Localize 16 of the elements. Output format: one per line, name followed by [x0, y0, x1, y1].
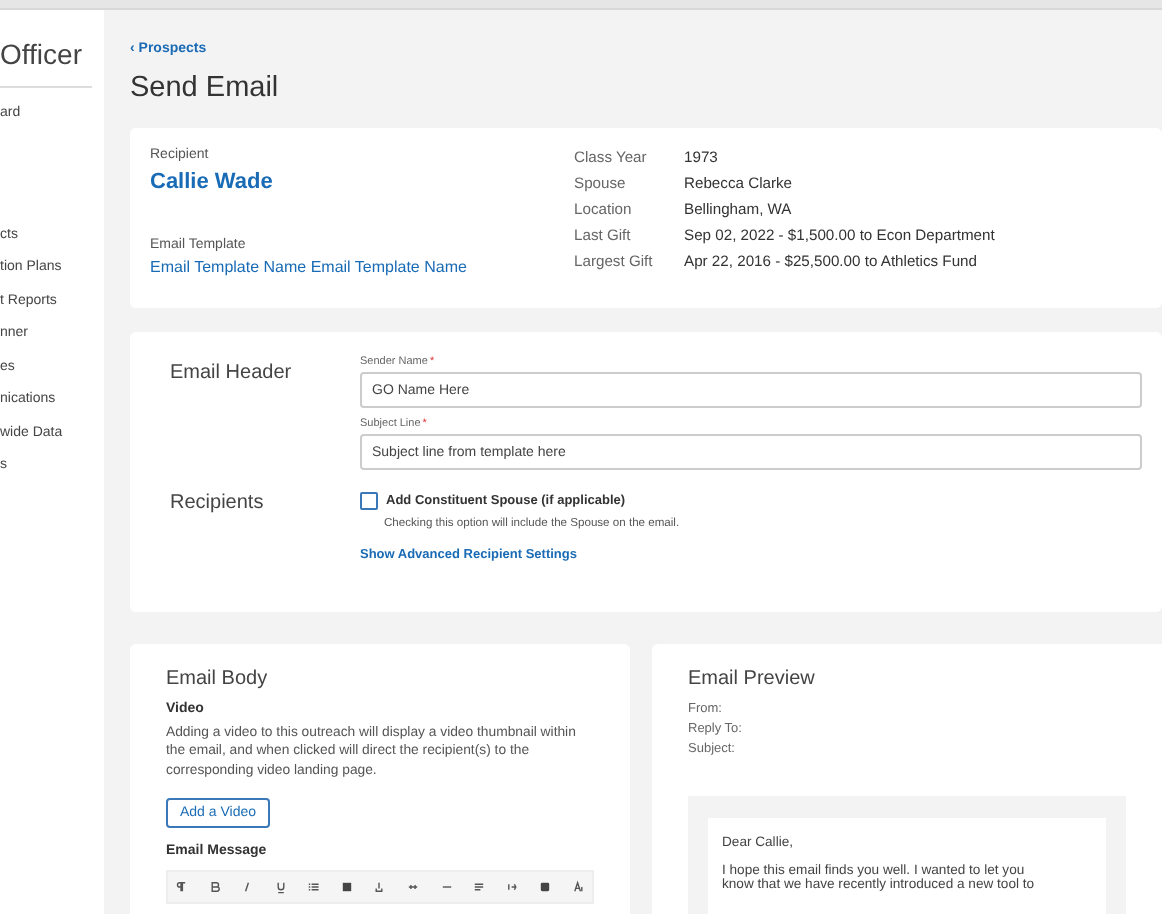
card-title: Email Body	[166, 668, 270, 690]
align-icon[interactable]	[472, 879, 487, 894]
italic-icon[interactable]	[240, 879, 255, 894]
section-title: Recipients	[170, 492, 266, 518]
card-title: Email Preview	[688, 668, 817, 690]
bold-icon[interactable]	[207, 879, 222, 894]
paragraph-icon[interactable]	[174, 879, 188, 894]
checkbox[interactable]	[360, 492, 378, 510]
section-title: Email Header	[170, 360, 294, 388]
template-link[interactable]: Email Template Name Email Template Name	[150, 258, 550, 276]
page-title: Send Email	[130, 72, 281, 104]
sidebar-title: Officer	[0, 38, 84, 70]
list-icon[interactable]	[306, 879, 321, 894]
underline-icon[interactable]	[273, 879, 288, 894]
size-icon[interactable]	[571, 879, 586, 894]
recipient-name-link[interactable]: Callie Wade	[150, 170, 550, 194]
